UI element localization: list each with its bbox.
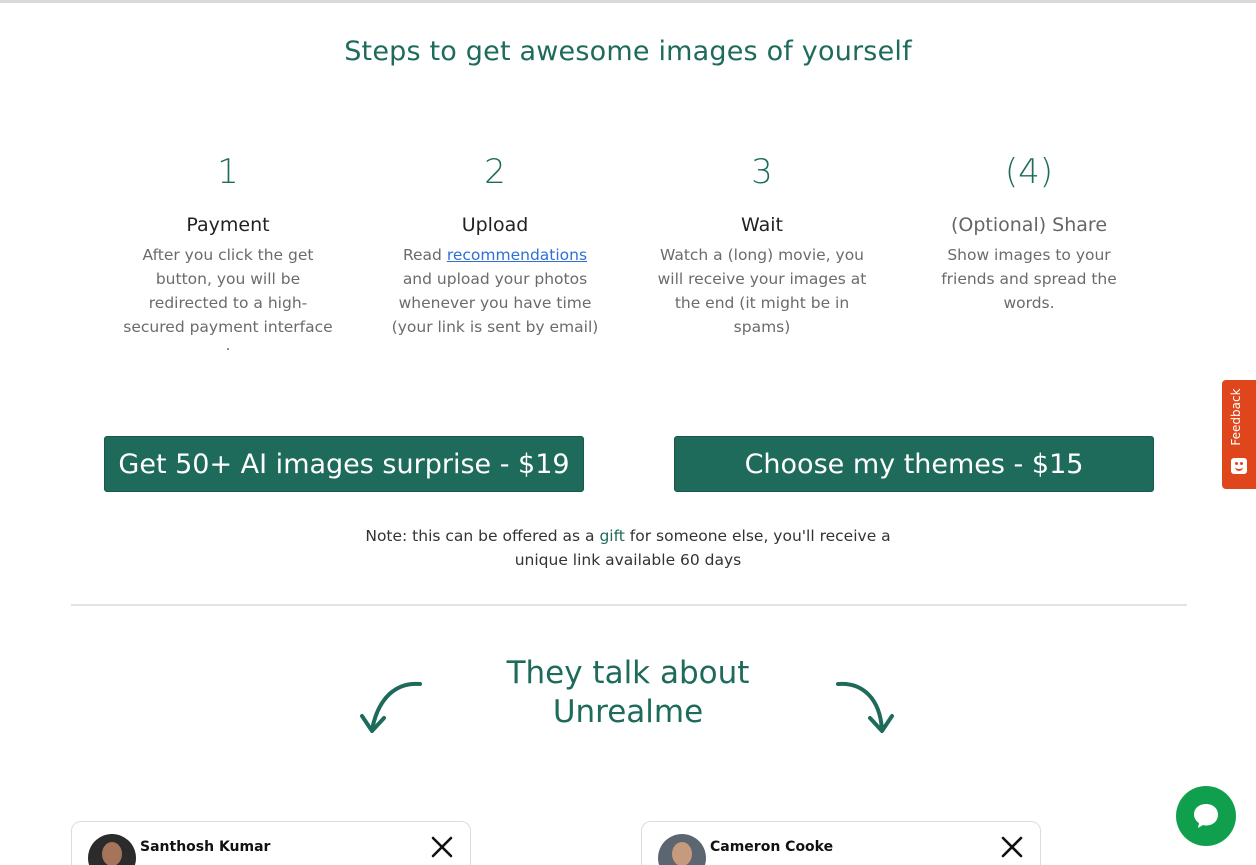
testimonial-card[interactable]: Cameron Cooke bbox=[641, 821, 1041, 865]
step-number: (4) bbox=[1004, 152, 1054, 192]
section-divider bbox=[71, 604, 1187, 606]
step-name: (Optional) Share bbox=[950, 214, 1108, 236]
avatar bbox=[658, 834, 706, 865]
x-logo-icon[interactable] bbox=[430, 835, 454, 859]
gift-note: Note: this can be offered as a gift for … bbox=[365, 527, 891, 569]
step-number: 2 bbox=[484, 152, 506, 192]
step-description: After you click the get button, you will… bbox=[123, 246, 333, 354]
surprise-button[interactable]: Get 50+ AI images surprise - $19 bbox=[104, 436, 584, 492]
step-description: Show images to your friends and spread t… bbox=[941, 246, 1117, 312]
feedback-smile-icon bbox=[1231, 458, 1247, 474]
step-name: Upload bbox=[461, 214, 529, 236]
step-payment: 1 Payment After you click the get button… bbox=[113, 148, 343, 354]
arrow-curve-right-icon bbox=[832, 676, 902, 740]
step-name: Wait bbox=[741, 214, 783, 236]
feedback-tab[interactable]: Feedback bbox=[1222, 380, 1256, 489]
step-wait: 3 Wait Watch a (long) movie, you will re… bbox=[647, 148, 877, 339]
chat-button[interactable] bbox=[1176, 786, 1236, 846]
tweet-author: Santhosh Kumar bbox=[140, 839, 271, 855]
top-border bbox=[0, 0, 1256, 3]
step-description: Read recommendations and upload your pho… bbox=[391, 246, 599, 336]
step-share: (4) (Optional) Share Show images to your… bbox=[914, 148, 1144, 315]
step-description: Watch a (long) movie, you will receive y… bbox=[657, 246, 867, 336]
page-title: Steps to get awesome images of yourself bbox=[344, 36, 912, 67]
step-upload: 2 Upload Read recommendations and upload… bbox=[380, 148, 610, 339]
arrow-curve-left-icon bbox=[356, 676, 426, 740]
choose-themes-button[interactable]: Choose my themes - $15 bbox=[674, 436, 1154, 492]
avatar bbox=[88, 834, 136, 865]
testimonials-title: They talk about Unrealme bbox=[506, 655, 750, 730]
feedback-label: Feedback bbox=[1229, 388, 1243, 446]
testimonial-card[interactable]: Santhosh Kumar bbox=[71, 821, 471, 865]
chat-icon bbox=[1194, 804, 1218, 828]
tweet-author: Cameron Cooke bbox=[710, 839, 834, 855]
step-name: Payment bbox=[186, 214, 270, 236]
x-logo-icon[interactable] bbox=[1000, 835, 1024, 859]
step-number: 3 bbox=[751, 152, 773, 192]
step-number: 1 bbox=[217, 152, 239, 192]
gift-word: gift bbox=[599, 527, 625, 545]
recommendations-link[interactable]: recommendations bbox=[447, 246, 587, 264]
